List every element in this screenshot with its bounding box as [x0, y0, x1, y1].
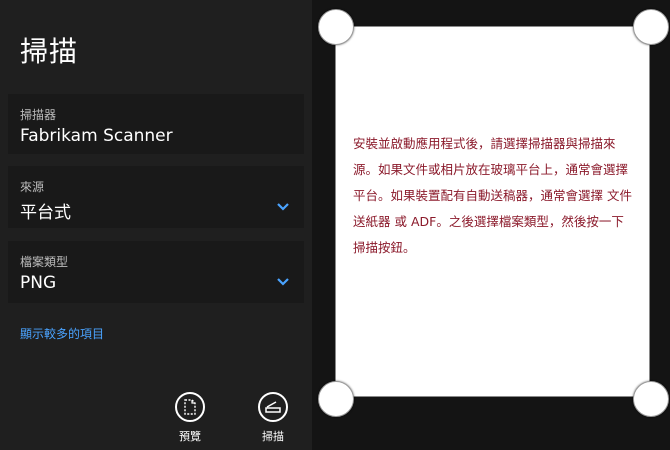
crop-handle-bottom-right[interactable] — [633, 381, 669, 417]
scan-label: 掃描 — [262, 430, 284, 443]
preview-icon-circle — [175, 392, 205, 422]
scan-icon — [265, 401, 281, 413]
source-label: 來源 — [20, 180, 45, 194]
source-value: 平台式 — [20, 203, 71, 223]
preview-icon — [184, 399, 196, 415]
scanner-label: 掃描器 — [20, 108, 57, 122]
file-type-value: PNG — [20, 273, 57, 293]
preview-label: 預覽 — [179, 430, 201, 443]
chevron-down-icon — [277, 203, 289, 211]
settings-pane: 掃描 掃描器 Fabrikam Scanner 來源 平台式 檔案類型 PNG … — [0, 0, 312, 450]
file-type-dropdown[interactable]: 檔案類型 PNG — [8, 241, 304, 303]
chevron-down-icon — [277, 278, 289, 286]
instructions-text: 安裝並啟動應用程式後，請選擇掃描器與掃描來源。如果文件或相片放在玻璃平台上，通常… — [353, 136, 632, 255]
page-title: 掃描 — [20, 35, 79, 68]
scan-icon-circle — [258, 392, 288, 422]
source-dropdown[interactable]: 來源 平台式 — [8, 166, 304, 228]
scanner-selector[interactable]: 掃描器 Fabrikam Scanner — [8, 94, 304, 154]
scan-preview-area: 安裝並啟動應用程式後，請選擇掃描器與掃描來源。如果文件或相片放在玻璃平台上，通常… — [335, 26, 650, 397]
crop-handle-bottom-left[interactable] — [318, 381, 354, 417]
crop-handle-top-right[interactable] — [633, 9, 669, 45]
show-more-link[interactable]: 顯示較多的項目 — [20, 325, 104, 342]
preview-button[interactable]: 預覽 — [165, 392, 215, 446]
scanner-value: Fabrikam Scanner — [20, 126, 173, 146]
crop-handle-top-left[interactable] — [318, 9, 354, 45]
file-type-label: 檔案類型 — [20, 255, 69, 269]
scan-button[interactable]: 掃描 — [248, 392, 298, 446]
